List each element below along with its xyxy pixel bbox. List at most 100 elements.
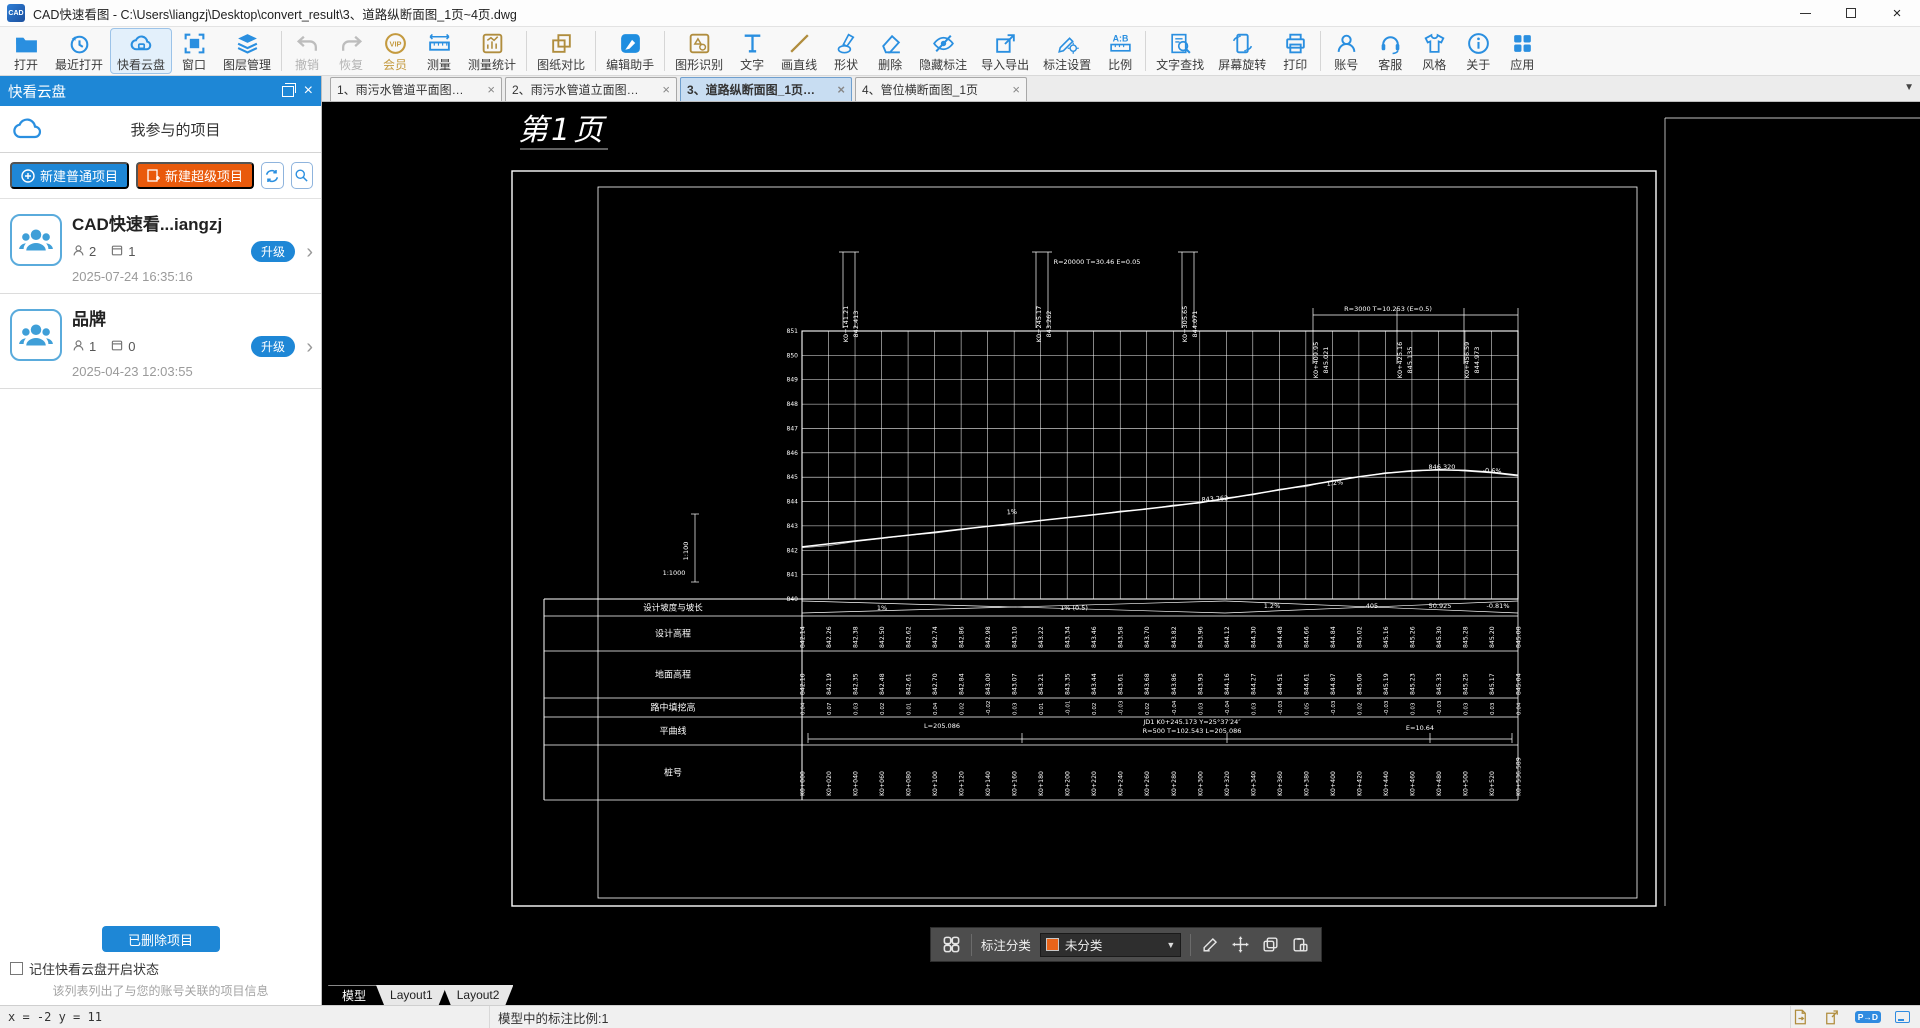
svg-text:0.03: 0.03 [854,702,860,715]
deleted-projects-button[interactable]: 已删除项目 [101,926,220,952]
svg-text:K0+220: K0+220 [1091,771,1098,796]
vip-icon: VIP [383,31,408,56]
svg-text:849: 849 [787,377,799,384]
toolbar-print[interactable]: 打印 [1273,28,1317,74]
upgrade-badge[interactable]: 升级 [250,336,295,357]
layout-tab-layout1[interactable]: Layout1 [376,985,447,1005]
layout-tab-模型[interactable]: 模型 [328,985,380,1005]
classify-grid-icon[interactable] [941,934,962,956]
tab-close-icon[interactable]: × [837,82,845,97]
svg-text:842.61: 842.61 [906,673,913,695]
remember-checkbox[interactable] [10,962,23,975]
toolbar-divider [1190,933,1192,956]
svg-text:844.16: 844.16 [1224,673,1231,695]
svg-text:845.30: 845.30 [1436,626,1443,648]
tab-label: 1、雨污水管道平面图… [337,83,464,97]
cloud-drive-panel: 快看云盘 × 我参与的项目 新建普通项目 新建超级项目 CAD快速看...ian… [0,76,322,1005]
project-item-1[interactable]: CAD快速看...iangzj 2 1 升级 2025-07-24 16:35:16 › [0,199,321,294]
move-annotation-icon[interactable] [1230,934,1251,956]
new-normal-project-button[interactable]: 新建普通项目 [10,162,130,189]
search-projects-button[interactable] [290,162,313,189]
upgrade-badge[interactable]: 升级 [250,241,295,262]
svg-text:1%: 1% [877,604,887,612]
panel-float-icon[interactable] [281,82,296,97]
toolbar-edit-assistant-label: 编辑助手 [606,57,655,72]
toolbar-separator [1145,31,1147,71]
sync-button[interactable] [261,162,284,189]
minimize-button[interactable] [1782,0,1828,26]
toolbar-delete[interactable]: 删除 [868,28,912,74]
about-icon [1466,31,1491,56]
toolbar-text[interactable]: 文字 [730,28,774,74]
toolbar-annotation-settings[interactable]: 标注设置 [1036,28,1098,74]
toolbar-hide-annotation[interactable]: 隐藏标注 [912,28,974,74]
svg-text:842.413: 842.413 [852,311,860,338]
toolbar-edit-assistant[interactable]: 编辑助手 [599,28,661,74]
svg-text:842.14: 842.14 [800,626,807,648]
cad-canvas[interactable]: 第1页851850849848847846845844843842841840设… [322,102,1920,1005]
panel-close-icon[interactable]: × [304,83,313,99]
drawing-count: 1 [128,244,136,259]
tab-close-icon[interactable]: × [487,82,495,97]
toolbar-measure-stats[interactable]: 测量统计 [461,28,523,74]
toolbar-theme[interactable]: 风格 [1412,28,1456,74]
toolbar-redo: 恢复 [329,28,373,74]
pdf-to-dwg-icon[interactable]: P→D [1854,1010,1881,1024]
toolbar-print-label: 打印 [1283,57,1308,72]
project-item-2[interactable]: 品牌 1 0 升级 2025-04-23 12:03:55 › [0,294,321,389]
chevron-right-icon[interactable]: › [306,336,313,359]
drawing-tab-4[interactable]: 4、管位横断面图_1页 × [855,77,1027,101]
project-main: CAD快速看...iangzj 2 1 升级 2025-07-24 16:35:16 [72,210,313,284]
toolbar-import-export[interactable]: 导入导出 [974,28,1036,74]
rotate-screen-icon [1230,31,1255,56]
toolbar-apps[interactable]: 应用 [1500,28,1544,74]
export-pdf-icon[interactable] [1791,1008,1809,1026]
toolbar-rotate-screen[interactable]: 屏幕旋转 [1211,28,1273,74]
measure-stats-icon [480,31,505,56]
maximize-button[interactable] [1828,0,1874,26]
toolbar-draw-line[interactable]: 画直线 [774,28,824,74]
toolbar-account[interactable]: 账号 [1324,28,1368,74]
paste-annotation-icon[interactable] [1290,934,1311,956]
toolbar-shape-recognize[interactable]: 图形识别 [668,28,730,74]
toolbar-support[interactable]: 客服 [1368,28,1412,74]
panel-toggle-icon[interactable] [1895,1011,1910,1023]
toolbar-layer-manager[interactable]: 图层管理 [216,28,278,74]
copy-annotation-icon[interactable] [1260,934,1281,956]
new-super-project-button[interactable]: 新建超级项目 [136,162,255,189]
drawing-tab-2[interactable]: 2、雨污水管道立面图… × [505,77,677,101]
toolbar-scale-ratio[interactable]: A:B 比例 [1098,28,1142,74]
chevron-right-icon[interactable]: › [306,241,313,264]
close-button[interactable]: × [1874,0,1920,26]
tab-overflow-button[interactable]: ▼ [1904,82,1914,93]
share-pdf-icon[interactable] [1823,1008,1841,1026]
toolbar-cloud-drive[interactable]: 快看云盘 [110,28,173,74]
toolbar-vip[interactable]: VIP 会员 [373,28,417,74]
shape-recognize-icon [687,31,712,56]
toolbar-drawing-compare[interactable]: 图纸对比 [530,28,592,74]
toolbar-recent-open[interactable]: 最近打开 [48,28,110,74]
drawing-icon [110,339,124,355]
toolbar-about[interactable]: 关于 [1456,28,1500,74]
project-date: 2025-04-23 12:03:55 [72,364,193,379]
toolbar-measure[interactable]: 测量 [417,28,461,74]
toolbar-open-label: 打开 [13,57,38,72]
toolbar-window[interactable]: 窗口 [172,28,216,74]
layout-tab-layout2[interactable]: Layout2 [443,985,514,1005]
svg-text:K0+280: K0+280 [1171,771,1178,796]
tab-close-icon[interactable]: × [662,82,670,97]
edit-annotation-icon[interactable] [1200,934,1221,956]
classify-dropdown[interactable]: 未分类 ▼ [1039,932,1182,957]
toolbar-open[interactable]: 打开 [4,28,48,74]
svg-text:842.26: 842.26 [826,626,833,648]
titlebar[interactable]: CAD CAD快速看图 - C:\Users\liangzj\Desktop\c… [0,0,1920,27]
drawing-tab-3[interactable]: 3、道路纵断面图_1页… × [680,77,852,101]
tab-close-icon[interactable]: × [1012,82,1020,97]
svg-text:844.071: 844.071 [1191,311,1199,338]
panel-title: 快看云盘 [8,84,66,101]
toolbar-delete-label: 删除 [878,57,903,72]
toolbar-shapes[interactable]: 形状 [824,28,868,74]
toolbar-find-text[interactable]: 文字查找 [1149,28,1211,74]
table-row-label: 桩号 [664,767,682,779]
drawing-tab-1[interactable]: 1、雨污水管道平面图… × [330,77,502,101]
